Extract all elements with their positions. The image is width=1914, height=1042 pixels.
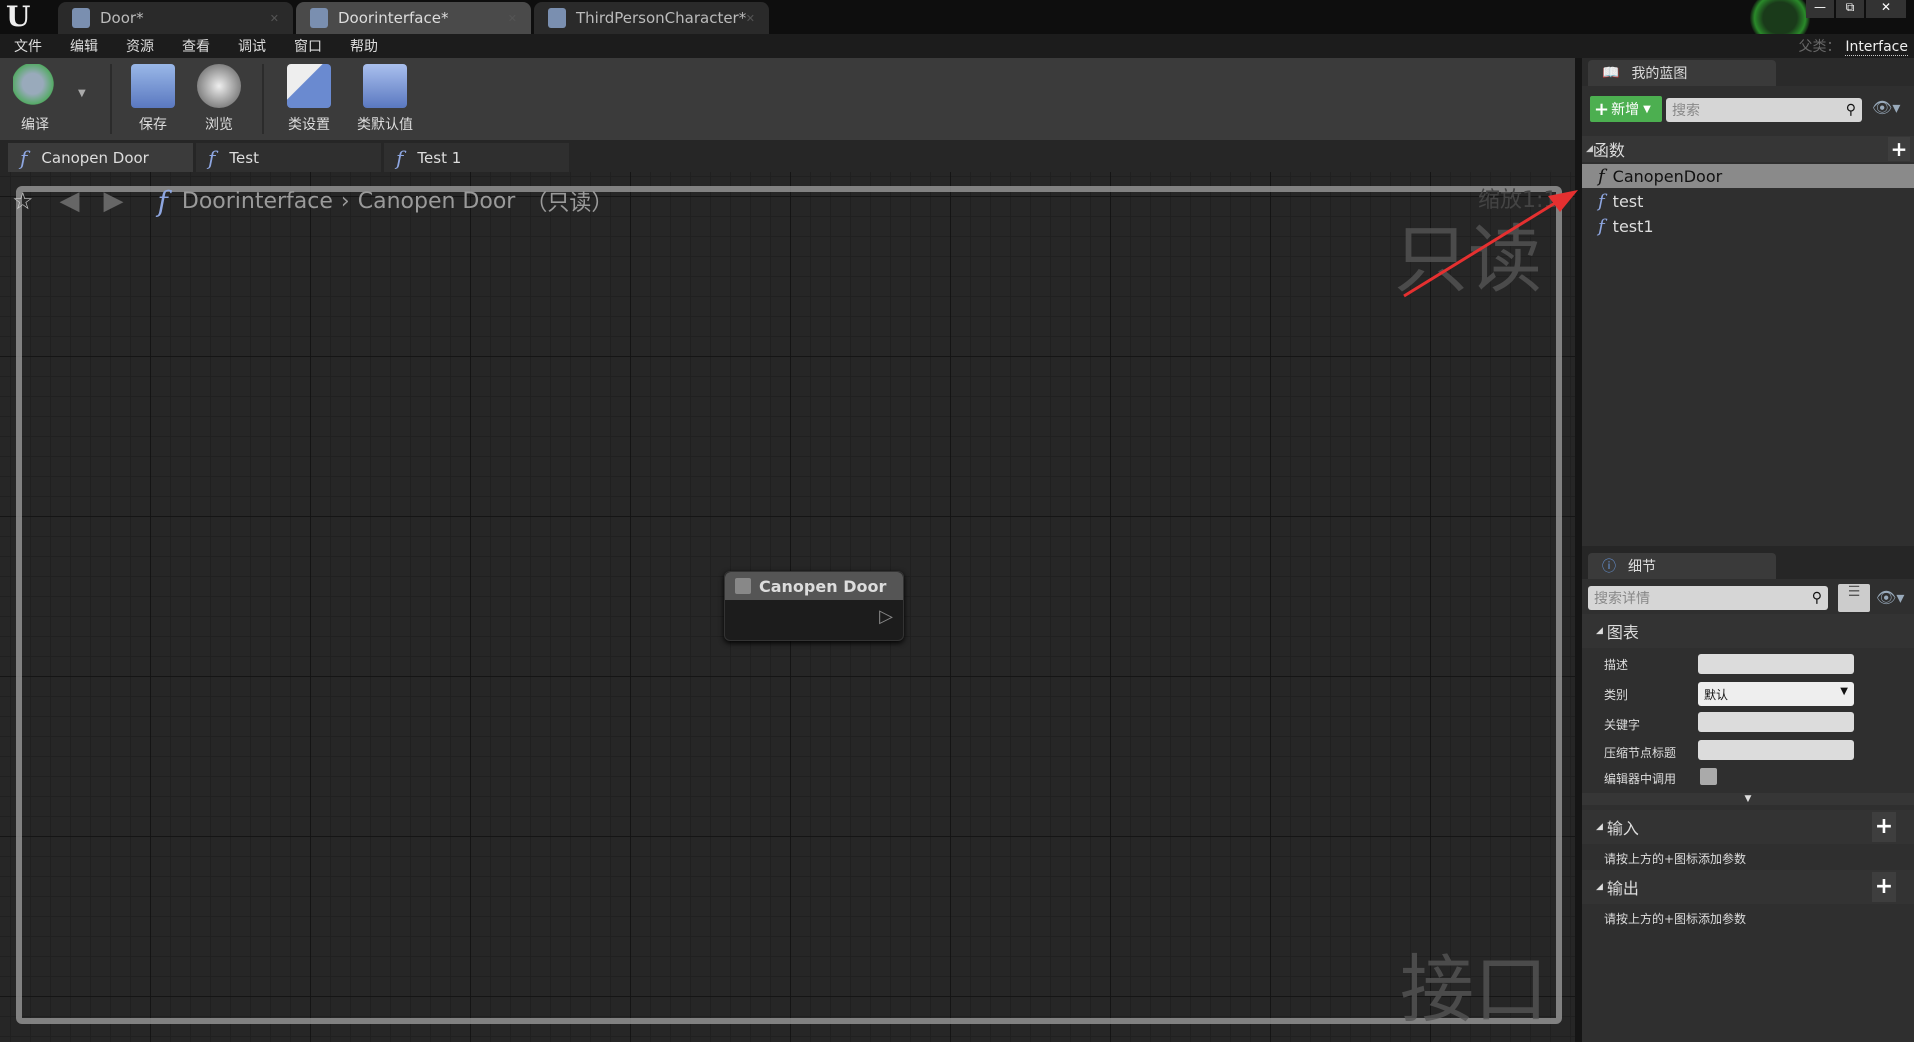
function-name: CanopenDoor bbox=[1612, 166, 1723, 186]
section-title: 函数 bbox=[1592, 141, 1625, 160]
category-value: 默认 bbox=[1704, 688, 1729, 702]
book-icon: 📖 bbox=[1602, 65, 1620, 81]
function-item-test1[interactable]: f test1 bbox=[1582, 214, 1914, 238]
functions-section-header[interactable]: ◢ 函数 + bbox=[1582, 136, 1914, 162]
function-item-test[interactable]: f test bbox=[1582, 189, 1914, 213]
add-input-button[interactable]: + bbox=[1872, 812, 1896, 842]
section-title: 图表 bbox=[1606, 623, 1639, 642]
chevron-down-icon: ▼ bbox=[1643, 103, 1651, 115]
function-item-canopendoor[interactable]: f CanopenDoor bbox=[1582, 164, 1914, 188]
view-options-eye-icon[interactable]: 👁▾ bbox=[1876, 588, 1904, 607]
inputs-section-header[interactable]: ◢ 输入 bbox=[1582, 810, 1914, 844]
property-matrix-icon[interactable]: ☰ bbox=[1838, 584, 1870, 612]
function-icon: f bbox=[1598, 165, 1605, 187]
collapse-triangle-icon: ◢ bbox=[1596, 822, 1603, 832]
search-icon: ⚲ bbox=[1845, 102, 1856, 118]
category-label: 类别 bbox=[1604, 688, 1629, 702]
info-icon: ⓘ bbox=[1602, 559, 1616, 575]
plus-icon: + bbox=[1594, 98, 1610, 120]
collapse-triangle-icon: ◢ bbox=[1586, 144, 1593, 154]
call-in-editor-label: 编辑器中调用 bbox=[1604, 772, 1677, 786]
compact-title-label: 压缩节点标题 bbox=[1604, 746, 1677, 760]
call-in-editor-checkbox[interactable] bbox=[1700, 768, 1717, 785]
tab-label: 细节 bbox=[1628, 559, 1656, 575]
section-title: 输入 bbox=[1606, 819, 1639, 838]
add-function-button[interactable]: + bbox=[1888, 137, 1910, 161]
graph-section-header[interactable]: ◢ 图表 bbox=[1582, 614, 1914, 648]
description-label: 描述 bbox=[1604, 658, 1629, 672]
function-icon: f bbox=[1598, 190, 1605, 212]
add-label: 新增 bbox=[1611, 102, 1640, 118]
keywords-input[interactable] bbox=[1698, 712, 1854, 732]
blueprint-search-input[interactable]: 搜索 ⚲ bbox=[1666, 98, 1862, 122]
add-output-button[interactable]: + bbox=[1872, 872, 1896, 902]
my-blueprint-tab[interactable]: 📖 我的蓝图 bbox=[1588, 60, 1776, 86]
keywords-label: 关键字 bbox=[1604, 718, 1641, 732]
collapse-triangle-icon: ◢ bbox=[1596, 882, 1603, 892]
function-name: test1 bbox=[1612, 216, 1654, 236]
view-options-eye-icon[interactable]: 👁▾ bbox=[1872, 98, 1900, 117]
details-tab[interactable]: ⓘ 细节 bbox=[1588, 553, 1776, 579]
right-panel: 📖 我的蓝图 + 新增 ▼ 搜索 ⚲ 👁▾ ◢ 函数 + f CanopenDoor f tes… bbox=[1582, 58, 1914, 1042]
collapse-triangle-icon: ◢ bbox=[1596, 626, 1603, 636]
outputs-section-header[interactable]: ◢ 输出 bbox=[1582, 870, 1914, 904]
search-placeholder: 搜索 bbox=[1672, 103, 1700, 119]
advanced-expand-icon[interactable]: ▼ bbox=[1582, 793, 1914, 805]
compact-title-input[interactable] bbox=[1698, 740, 1854, 760]
search-icon: ⚲ bbox=[1811, 590, 1822, 606]
chevron-down-icon: ▼ bbox=[1840, 686, 1848, 697]
category-dropdown[interactable]: 默认 ▼ bbox=[1698, 682, 1854, 706]
outputs-hint: 请按上方的+图标添加参数 bbox=[1604, 912, 1747, 926]
details-search-input[interactable]: 搜索详情 ⚲ bbox=[1588, 586, 1828, 610]
tab-label: 我的蓝图 bbox=[1631, 66, 1688, 82]
add-new-button[interactable]: + 新增 ▼ bbox=[1590, 96, 1662, 122]
function-icon: f bbox=[1598, 215, 1605, 237]
function-name: test bbox=[1612, 191, 1644, 211]
description-input[interactable] bbox=[1698, 654, 1854, 674]
search-placeholder: 搜索详情 bbox=[1594, 591, 1650, 607]
section-title: 输出 bbox=[1606, 879, 1639, 898]
inputs-hint: 请按上方的+图标添加参数 bbox=[1604, 852, 1747, 866]
